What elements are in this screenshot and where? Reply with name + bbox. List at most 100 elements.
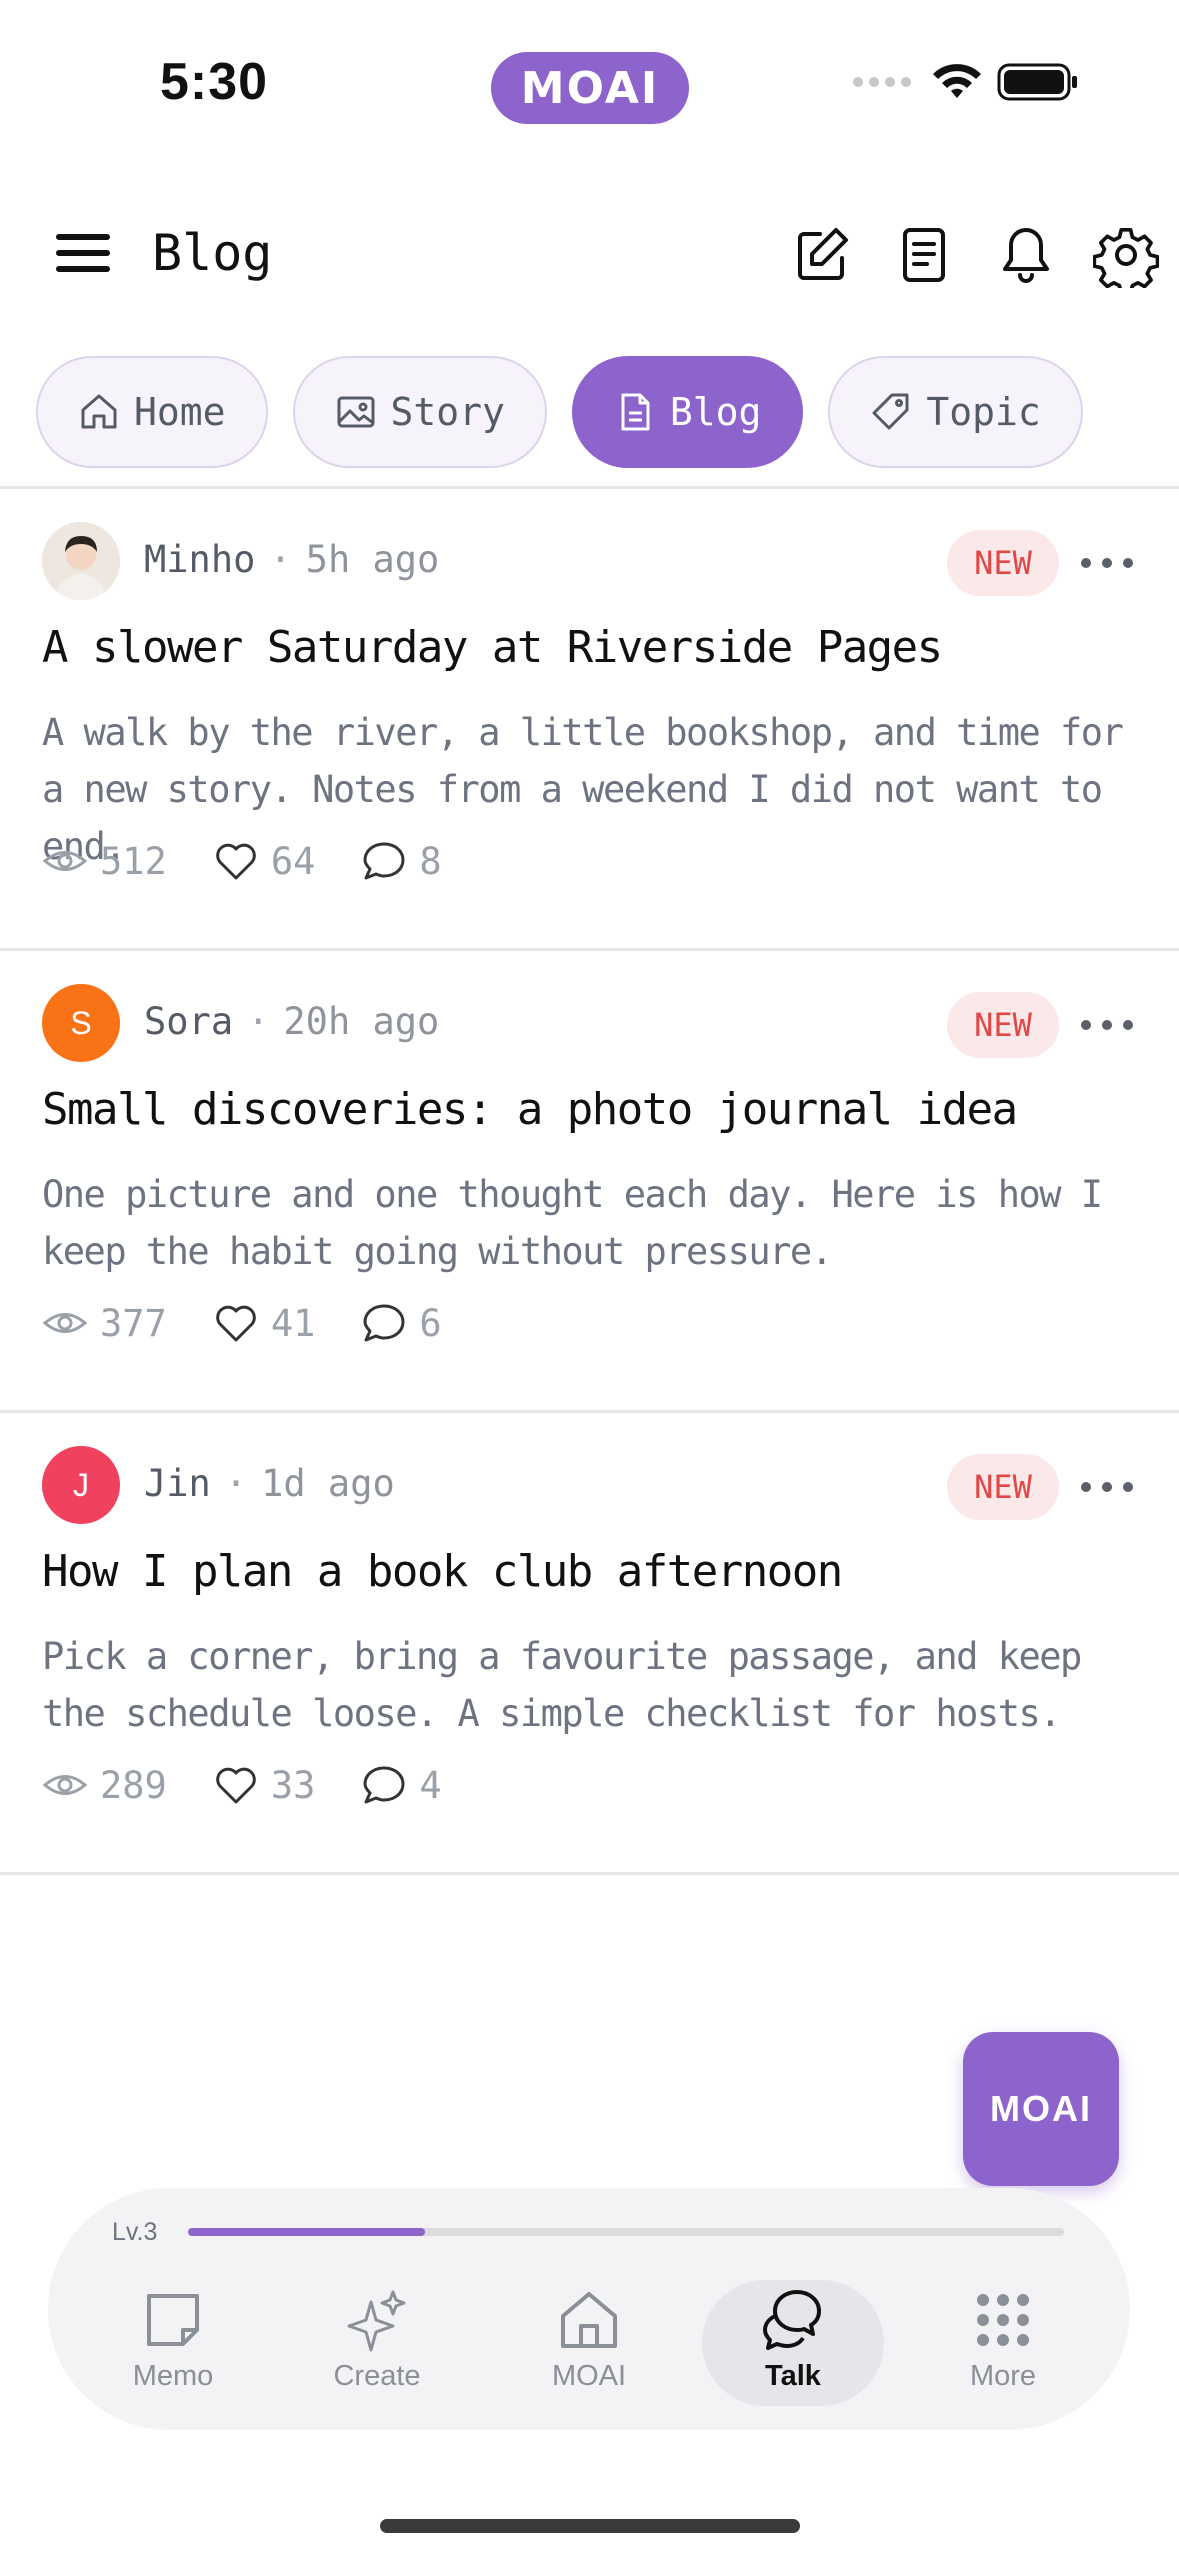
more-options-button[interactable]: [1081, 1462, 1133, 1512]
tab-bar: Home Story Blog Topic: [36, 356, 1083, 468]
views-stat: 512: [42, 838, 167, 884]
nav-moai[interactable]: MOAI: [498, 2280, 680, 2406]
moai-fab-button[interactable]: MOAI: [963, 2032, 1119, 2186]
gear-icon[interactable]: [1093, 222, 1159, 288]
post-time: 5h ago: [305, 538, 440, 581]
author-name[interactable]: Sora: [144, 1000, 233, 1043]
likes-stat[interactable]: 33: [213, 1762, 316, 1808]
more-options-button[interactable]: [1081, 538, 1133, 588]
chat-icon: [763, 2290, 821, 2350]
level-progress-fill: [188, 2228, 425, 2236]
post-card[interactable]: J Jin · 1d ago NEW How I plan a book club …: [0, 1412, 1179, 1874]
avatar[interactable]: J: [42, 1446, 120, 1524]
sparkle-icon: [347, 2290, 406, 2352]
post-meta: Sora · 20h ago: [144, 1000, 440, 1043]
new-badge: NEW: [947, 1454, 1059, 1520]
notes-icon[interactable]: [891, 222, 957, 288]
post-meta: Jin · 1d ago: [144, 1462, 395, 1505]
bell-icon[interactable]: [993, 222, 1059, 288]
heart-icon: [216, 843, 256, 880]
comments-count: 8: [419, 839, 442, 883]
compose-icon[interactable]: [790, 222, 856, 288]
level-progress-bar: [188, 2228, 1064, 2236]
avatar[interactable]: [42, 522, 120, 600]
post-title[interactable]: How I plan a book club afternoon: [42, 1546, 843, 1597]
tab-label: Story: [390, 390, 505, 434]
post-title[interactable]: Small discoveries: a photo journal idea: [42, 1084, 1018, 1135]
tab-story[interactable]: Story: [292, 356, 547, 468]
views-stat: 289: [42, 1762, 167, 1808]
nav-label: MOAI: [551, 2360, 627, 2392]
tab-blog[interactable]: Blog: [571, 356, 804, 468]
likes-stat[interactable]: 41: [213, 1300, 315, 1346]
moai-pill: MOAI: [491, 52, 689, 124]
avatar-initial: S: [70, 1004, 92, 1041]
home-icon: [81, 394, 117, 429]
tab-home[interactable]: Home: [36, 356, 268, 468]
house-icon: [561, 2292, 617, 2348]
document-icon: [621, 393, 650, 431]
grid-icon: [977, 2294, 1029, 2346]
comments-stat[interactable]: 4: [361, 1762, 442, 1808]
menu-button[interactable]: [54, 230, 114, 280]
author-name[interactable]: Minho: [144, 538, 255, 581]
post-time: 1d ago: [261, 1462, 395, 1505]
page-title: Blog: [152, 224, 273, 282]
nav-label: Memo: [132, 2360, 214, 2392]
post-card[interactable]: S Sora · 20h ago NEW Small discoveries: a …: [0, 950, 1179, 1412]
image-icon: [337, 396, 375, 428]
comments-stat[interactable]: 8: [361, 838, 442, 884]
nav-create[interactable]: Create: [286, 2280, 468, 2406]
comments-stat[interactable]: 6: [361, 1300, 442, 1346]
comment-icon: [363, 1304, 405, 1342]
status-icons: [853, 62, 1079, 102]
nav-memo[interactable]: Memo: [82, 2280, 264, 2406]
tab-topic[interactable]: Topic: [828, 356, 1083, 468]
likes-count: 33: [270, 1763, 316, 1807]
post-stats: 377 41 6: [42, 1300, 488, 1346]
views-stat: 377: [42, 1300, 167, 1346]
nav-label: Create: [333, 2360, 421, 2392]
tab-label: Blog: [669, 390, 762, 434]
more-options-button[interactable]: [1081, 1000, 1133, 1050]
divider: [0, 1872, 1179, 1875]
app-header: Blog: [0, 200, 1179, 310]
level-label: Lv.3: [112, 2218, 158, 2246]
likes-stat[interactable]: 64: [213, 838, 316, 884]
post-card[interactable]: Minho · 5h ago NEW A slower Saturday at Ri…: [0, 488, 1179, 950]
new-badge: NEW: [947, 992, 1059, 1058]
likes-count: 64: [270, 839, 316, 883]
eye-icon: [42, 1313, 88, 1333]
nav-label: Talk: [765, 2360, 821, 2392]
heart-icon: [216, 1305, 256, 1342]
avatar-initial: J: [73, 1466, 89, 1503]
post-stats: 289 33 4: [42, 1762, 488, 1808]
post-title[interactable]: A slower Saturday at Riverside Pages: [42, 622, 943, 673]
nav-more[interactable]: More: [912, 2280, 1094, 2406]
home-indicator: [380, 2519, 800, 2533]
memo-icon: [147, 2294, 199, 2346]
views-count: 512: [100, 839, 167, 883]
comment-icon: [363, 1766, 405, 1804]
status-time: 5:30: [160, 53, 269, 111]
bottom-nav: Lv.3 Memo Create MOAI Talk More: [48, 2188, 1130, 2430]
post-time: 20h ago: [283, 1000, 440, 1043]
tab-label: Home: [134, 390, 226, 434]
nav-talk[interactable]: Talk: [702, 2280, 884, 2406]
new-badge: NEW: [947, 530, 1059, 596]
signal-icon: [853, 77, 911, 87]
comment-icon: [363, 842, 405, 880]
comments-count: 4: [419, 1763, 442, 1807]
tab-label: Topic: [926, 390, 1041, 434]
avatar[interactable]: S: [42, 984, 120, 1062]
views-count: 289: [100, 1763, 167, 1807]
heart-icon: [216, 1767, 256, 1804]
post-stats: 512 64 8: [42, 838, 488, 884]
avatar-photo-icon: [42, 522, 120, 600]
battery-icon: [997, 63, 1077, 101]
post-excerpt: One picture and one thought each day. He…: [42, 1173, 1103, 1273]
tag-icon: [872, 393, 909, 430]
author-name[interactable]: Jin: [144, 1462, 211, 1505]
wifi-icon: [933, 64, 981, 98]
eye-icon: [42, 1775, 88, 1795]
